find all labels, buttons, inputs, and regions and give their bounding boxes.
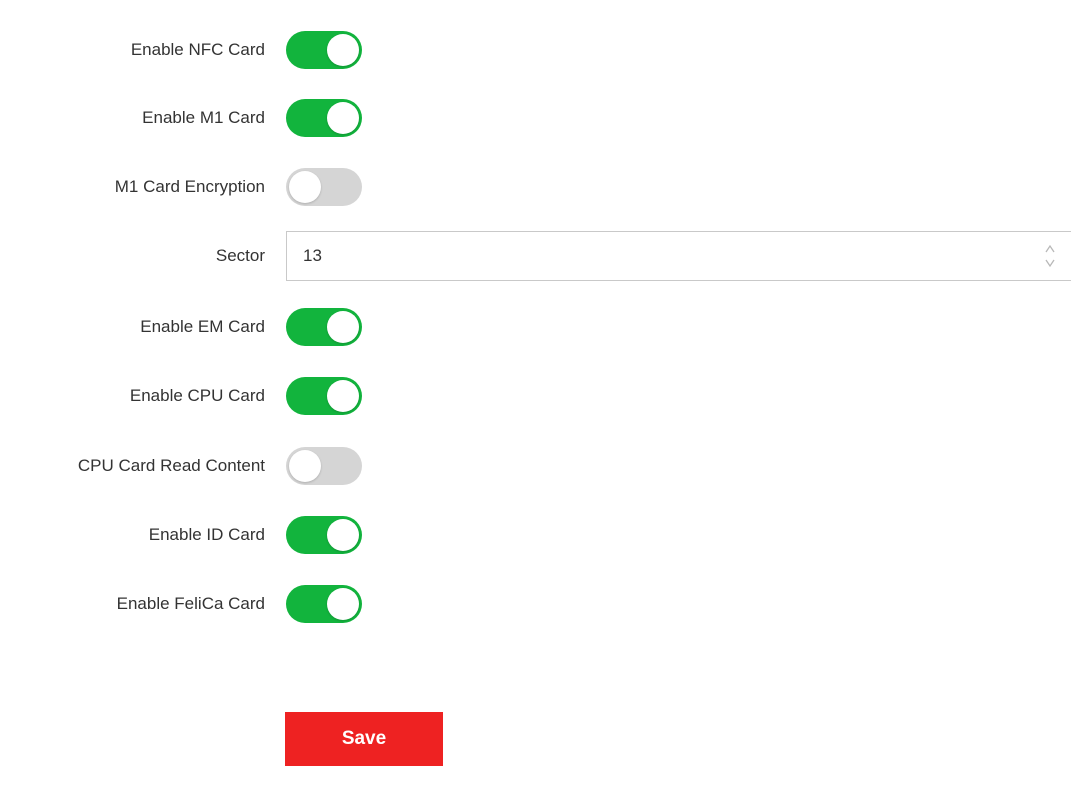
enable-id-card-toggle[interactable] [286,516,362,554]
toggle-knob [289,450,321,482]
row-enable-felica-card: Enable FeliCa Card [0,584,1071,624]
toggle-knob [327,588,359,620]
enable-felica-card-label: Enable FeliCa Card [116,594,265,613]
row-enable-em-card: Enable EM Card [0,307,1071,347]
row-m1-card-encryption: M1 Card Encryption [0,167,1071,207]
sector-value: 13 [303,246,322,265]
toggle-knob [327,34,359,66]
enable-cpu-card-toggle[interactable] [286,377,362,415]
enable-id-card-label: Enable ID Card [148,525,265,544]
enable-felica-card-toggle[interactable] [286,585,362,623]
toggle-knob [327,311,359,343]
enable-em-card-toggle[interactable] [286,308,362,346]
cpu-card-read-content-toggle[interactable] [286,447,362,485]
toggle-knob [327,380,359,412]
enable-em-card-label: Enable EM Card [140,317,265,336]
toggle-knob [327,519,359,551]
save-button[interactable]: Save [285,712,443,766]
sector-input[interactable]: 13 [286,231,1071,281]
m1-card-encryption-label: M1 Card Encryption [114,177,265,196]
m1-card-encryption-toggle[interactable] [286,168,362,206]
enable-nfc-card-toggle[interactable] [286,31,362,69]
row-cpu-card-read-content: CPU Card Read Content [0,446,1071,486]
row-enable-m1-card: Enable M1 Card [0,98,1071,138]
row-enable-nfc-card: Enable NFC Card [0,30,1071,70]
cpu-card-read-content-label: CPU Card Read Content [77,456,265,475]
row-sector: Sector 13 [0,231,1071,281]
enable-cpu-card-label: Enable CPU Card [129,386,265,405]
enable-m1-card-label: Enable M1 Card [142,108,265,127]
row-enable-cpu-card: Enable CPU Card [0,376,1071,416]
row-enable-id-card: Enable ID Card [0,515,1071,555]
enable-m1-card-toggle[interactable] [286,99,362,137]
enable-nfc-card-label: Enable NFC Card [130,40,265,59]
up-down-arrows-icon[interactable] [1043,240,1057,272]
toggle-knob [327,102,359,134]
sector-label: Sector [215,246,265,265]
toggle-knob [289,171,321,203]
